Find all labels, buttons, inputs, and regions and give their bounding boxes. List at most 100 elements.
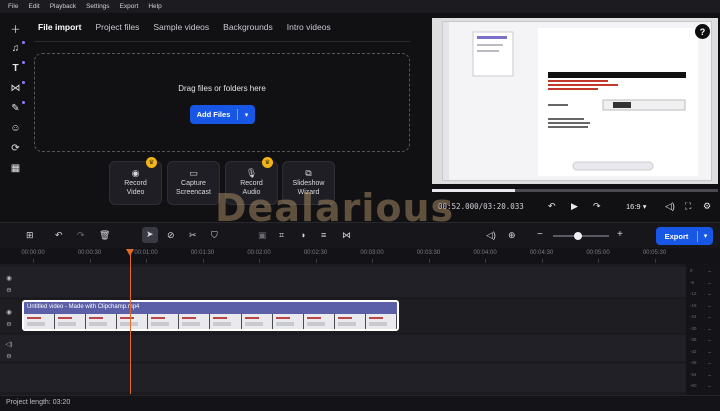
- eye-icon[interactable]: ◉: [6, 308, 12, 316]
- audio-track[interactable]: [0, 335, 686, 361]
- ruler-tick-label: 00:05:00: [586, 250, 610, 256]
- zoom-in-icon[interactable]: +: [617, 229, 623, 240]
- empty-track-bottom[interactable]: [0, 364, 686, 392]
- clip-thumbnail: [241, 314, 273, 329]
- eye-icon[interactable]: ◉: [6, 274, 12, 282]
- crown-icon: ♛: [146, 157, 157, 168]
- audio-icon[interactable]: ◁): [486, 230, 496, 241]
- fullscreen-icon[interactable]: ⛶: [685, 201, 691, 212]
- ruler-tick: [654, 259, 656, 263]
- help-icon[interactable]: ?: [695, 24, 710, 39]
- webcam-icon: ◉: [131, 168, 140, 178]
- more-icon[interactable]: ▦: [7, 161, 25, 175]
- track-controls: ◉ ⊖: [0, 270, 18, 294]
- timeline-toolbar: ⊞ ↶ ↷ 🗑 ➤ ⊘ ✂ ⛉ ▣ ⌗ ◑ ≡ ⋈ ◁) ⊕ − + Expor…: [0, 222, 720, 248]
- transition-tool-icon[interactable]: ⋈: [342, 230, 351, 241]
- playhead-handle[interactable]: [126, 249, 134, 256]
- meter-label: -42: [690, 348, 697, 354]
- add-track-icon[interactable]: ⊞: [26, 230, 34, 241]
- hand-tool-icon[interactable]: ⊘: [167, 230, 175, 241]
- record-video-button[interactable]: ♛ ◉ Record Video: [109, 157, 162, 205]
- tab-file-import[interactable]: File import: [38, 22, 81, 38]
- clip-thumbnails: [24, 314, 397, 329]
- meter-tick: [708, 328, 711, 330]
- menu-bar: File Edit Playback Settings Export Help: [0, 0, 720, 13]
- meter-label: -30: [690, 325, 697, 331]
- empty-track-top[interactable]: [0, 267, 686, 297]
- crop-icon[interactable]: ⌗: [279, 230, 284, 241]
- caption-icon[interactable]: ▣: [258, 230, 267, 241]
- text-icon[interactable]: T: [7, 61, 25, 75]
- menu-export[interactable]: Export: [120, 3, 139, 10]
- speed-icon[interactable]: ◑: [300, 230, 305, 240]
- meter-label: -18: [690, 302, 697, 308]
- ruler-tick-label: 00:03:30: [416, 250, 441, 256]
- tab-project-files[interactable]: Project files: [95, 22, 139, 38]
- slideshow-icon: ⧉: [305, 168, 312, 178]
- import-tabs: File import Project files Sample videos …: [38, 22, 331, 38]
- split-icon[interactable]: ✂: [189, 230, 197, 241]
- overlay-icon[interactable]: ⟳: [7, 141, 25, 155]
- preview-content: [443, 22, 698, 180]
- tab-sample-videos[interactable]: Sample videos: [153, 22, 209, 38]
- clip-thumbnail: [303, 314, 335, 329]
- video-preview[interactable]: [432, 18, 718, 184]
- clip-thumbnail: [365, 314, 397, 329]
- tab-backgrounds[interactable]: Backgrounds: [223, 22, 273, 38]
- ruler-tick: [146, 259, 147, 263]
- volume-icon[interactable]: ◁): [665, 201, 675, 212]
- plus-icon[interactable]: ＋: [7, 21, 25, 36]
- meter-tick: [708, 282, 711, 284]
- menu-edit[interactable]: Edit: [28, 3, 39, 10]
- undo-icon[interactable]: ↶: [55, 230, 63, 241]
- meter-tick: [708, 386, 711, 387]
- meter-tick: [708, 363, 711, 364]
- redo-icon[interactable]: ↷: [77, 230, 85, 241]
- rewind-5s-icon[interactable]: ↶: [548, 201, 556, 212]
- zoom-out-icon[interactable]: −: [537, 229, 543, 240]
- export-button[interactable]: Export ▾: [656, 227, 713, 245]
- clip-thumbnail: [334, 314, 366, 329]
- add-files-button[interactable]: Add Files ▾: [190, 105, 255, 124]
- effects-icon[interactable]: ✎: [7, 101, 25, 115]
- clip-thumbnail: [86, 314, 118, 329]
- sticker-icon[interactable]: ☺: [7, 121, 25, 135]
- forward-5s-icon[interactable]: ↷: [593, 201, 601, 212]
- timeline-ruler[interactable]: 00:00:00 00:00:30 00:01:00 00:01:30 00:02:00…: [0, 248, 720, 264]
- lock-icon[interactable]: ⊖: [6, 286, 11, 294]
- adjust-icon[interactable]: ≡: [321, 230, 326, 240]
- playhead[interactable]: [130, 254, 131, 394]
- audio-level-meter: 0 -6 -12 -18 -24 -30 -36 -42 -48 -54 -60: [686, 264, 720, 395]
- video-clip[interactable]: Untitled video - Made with Clipchamp.mp4: [22, 300, 399, 331]
- shield-icon[interactable]: ⛉: [211, 230, 218, 241]
- speaker-icon[interactable]: ◁): [5, 340, 12, 348]
- capture-screencast-button[interactable]: ▭ Capture Screencast: [167, 161, 220, 205]
- chevron-down-icon[interactable]: ▾: [238, 111, 255, 119]
- dropzone-text: Drag files or folders here: [178, 84, 266, 93]
- chevron-down-icon[interactable]: ▾: [698, 232, 713, 240]
- meter-tick: [708, 305, 711, 307]
- play-icon[interactable]: ▶: [571, 201, 578, 212]
- preview-seekbar[interactable]: [432, 189, 718, 192]
- track-controls: ◁) ⊖: [0, 336, 18, 360]
- settings-gear-icon[interactable]: ⚙: [703, 201, 711, 212]
- menu-help[interactable]: Help: [148, 3, 161, 10]
- menu-playback[interactable]: Playback: [50, 3, 76, 10]
- aspect-ratio-selector[interactable]: 16:9 ▾: [626, 202, 646, 211]
- magnet-icon[interactable]: ⊕: [508, 230, 516, 241]
- ruler-tick: [202, 259, 204, 263]
- zoom-slider-handle[interactable]: [574, 232, 582, 240]
- file-dropzone[interactable]: Drag files or folders here Add Files ▾: [34, 53, 410, 152]
- meter-label: -48: [690, 360, 697, 365]
- menu-file[interactable]: File: [8, 3, 18, 10]
- delete-icon[interactable]: 🗑: [99, 230, 110, 241]
- ruler-tick-label: 00:01:00: [134, 250, 158, 256]
- lock-icon[interactable]: ⊖: [6, 320, 11, 328]
- meter-tick: [708, 351, 711, 353]
- music-icon[interactable]: ♫: [7, 41, 25, 55]
- clip-thumbnail: [24, 314, 56, 329]
- transition-icon[interactable]: ⋈: [7, 81, 25, 95]
- lock-icon[interactable]: ⊖: [6, 352, 11, 360]
- tab-intro-videos[interactable]: Intro videos: [287, 22, 331, 38]
- menu-settings[interactable]: Settings: [86, 3, 110, 10]
